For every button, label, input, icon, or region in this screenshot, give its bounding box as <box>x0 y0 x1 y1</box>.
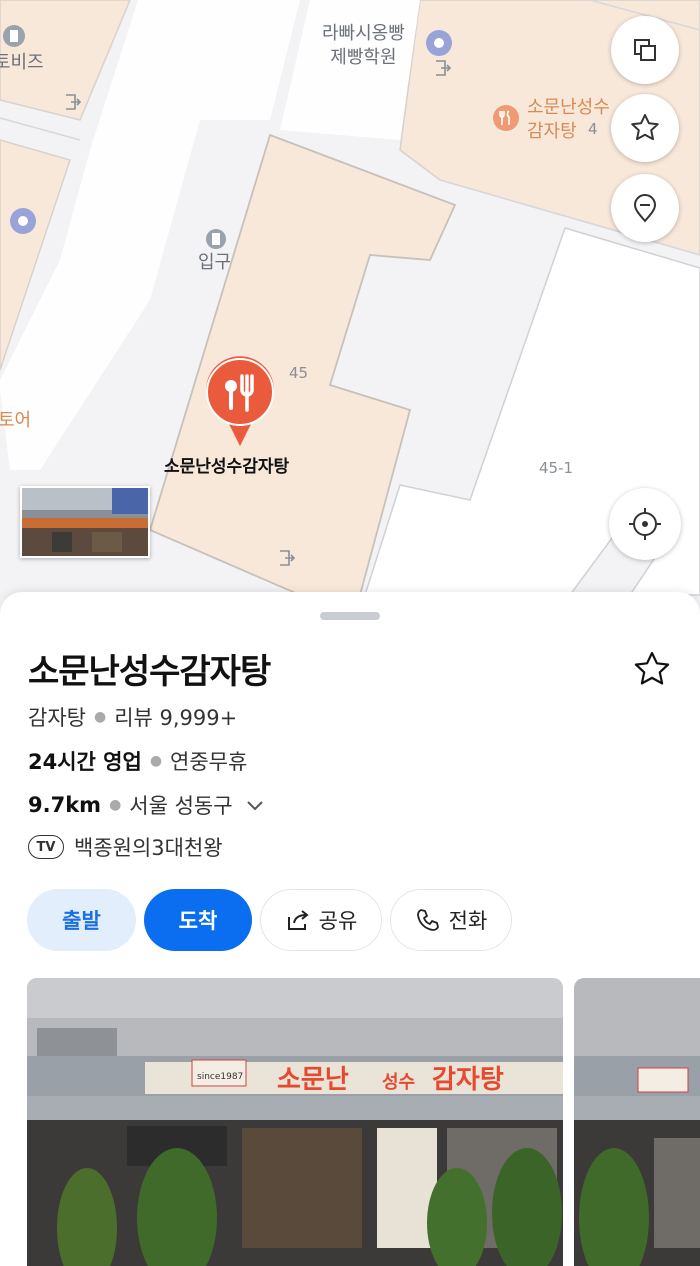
tv-show-text: 백종원의3대천왕 <box>74 836 223 860</box>
separator-dot: ● <box>93 709 107 725</box>
star-outline-icon <box>634 651 670 685</box>
separator-dot: ● <box>109 797 122 813</box>
marker-label[interactable]: 소문난성수감자탕 <box>164 456 289 478</box>
call-button[interactable]: 전화 <box>390 889 512 951</box>
distance-row[interactable]: 9.7km ● 서울 성동구 <box>28 790 267 820</box>
layer-button[interactable] <box>611 16 679 84</box>
distance-text: 9.7km <box>28 793 102 817</box>
sign-end: 감자탕 <box>432 1065 504 1095</box>
my-location-button[interactable] <box>609 488 681 560</box>
exit-icon <box>280 550 296 566</box>
map-view[interactable]: 라빠시옹빵 제빵학원 소문난성수 감자탕 4 토비즈 입구 45 45-1 토어… <box>0 0 700 620</box>
map-label-lot-4: 4 <box>588 120 598 138</box>
share-icon <box>287 910 309 930</box>
exit-icon <box>66 94 82 110</box>
location-pin-button[interactable] <box>611 174 679 242</box>
tv-badge-icon: TV <box>28 835 64 859</box>
exit-icon <box>436 60 452 76</box>
arrive-button[interactable]: 도착 <box>144 889 252 951</box>
depart-label: 출발 <box>62 909 101 933</box>
share-button[interactable]: 공유 <box>260 889 382 951</box>
category-text: 감자탕 <box>28 706 86 730</box>
place-title: 소문난성수감자탕 <box>28 652 271 692</box>
storefront-image <box>22 488 148 556</box>
tv-row: TV 백종원의3대천왕 <box>28 832 223 862</box>
storefront-photo-image: 소문난 성수 감자탕 since1987 <box>27 978 563 1266</box>
map-label-bakery[interactable]: 라빠시옹빵 제빵학원 <box>322 22 405 70</box>
depart-button[interactable]: 출발 <box>27 889 136 951</box>
share-label: 공유 <box>318 909 358 933</box>
call-label: 전화 <box>448 909 488 933</box>
map-label-lot-45: 45 <box>289 364 309 382</box>
map-label-store[interactable]: 토어 <box>0 410 31 432</box>
sign-main: 소문난 <box>277 1065 349 1095</box>
map-label-biz[interactable]: 토비즈 <box>0 52 44 74</box>
separator-dot: ● <box>149 753 163 769</box>
place-photo[interactable] <box>574 978 700 1266</box>
restaurant-marker-icon[interactable] <box>204 356 276 448</box>
storefront-photo-image <box>574 978 700 1266</box>
place-detail-sheet[interactable]: 소문난성수감자탕 감자탕 ● 리뷰 9,999+ 24시간 영업 ● 연중무휴 … <box>0 592 700 1266</box>
layers-icon <box>634 39 656 61</box>
map-label-entrance: 입구 <box>198 252 232 273</box>
holiday-text: 연중무휴 <box>170 750 248 774</box>
star-outline-icon <box>631 114 659 141</box>
pin-outline-icon <box>633 194 657 223</box>
favorite-button[interactable] <box>630 648 674 692</box>
review-count[interactable]: 리뷰 9,999+ <box>114 702 237 732</box>
poi-dot-icon[interactable] <box>8 206 38 236</box>
roadview-thumbnail[interactable] <box>20 486 150 558</box>
district-text: 서울 성동구 <box>129 794 233 818</box>
poi-dot-icon[interactable] <box>424 28 454 58</box>
phone-icon <box>416 909 439 931</box>
favorite-map-button[interactable] <box>611 94 679 162</box>
arrive-label: 도착 <box>178 909 218 933</box>
crosshair-icon <box>629 508 661 540</box>
category-row: 감자탕 ● 리뷰 9,999+ <box>28 702 237 732</box>
hours-text: 24시간 영업 <box>28 750 142 774</box>
sheet-drag-handle[interactable] <box>320 612 380 620</box>
hours-row[interactable]: 24시간 영업 ● 연중무휴 <box>28 746 247 776</box>
sign-badge: since1987 <box>197 1072 243 1082</box>
entrance-icon <box>206 229 226 249</box>
map-label-lot-45-1: 45-1 <box>539 459 574 477</box>
chevron-down-icon[interactable] <box>243 793 267 817</box>
place-photo[interactable]: 소문난 성수 감자탕 since1987 <box>27 978 563 1266</box>
building-icon <box>3 25 25 47</box>
sign-sub: 성수 <box>382 1072 415 1093</box>
restaurant-icon[interactable] <box>492 104 520 132</box>
